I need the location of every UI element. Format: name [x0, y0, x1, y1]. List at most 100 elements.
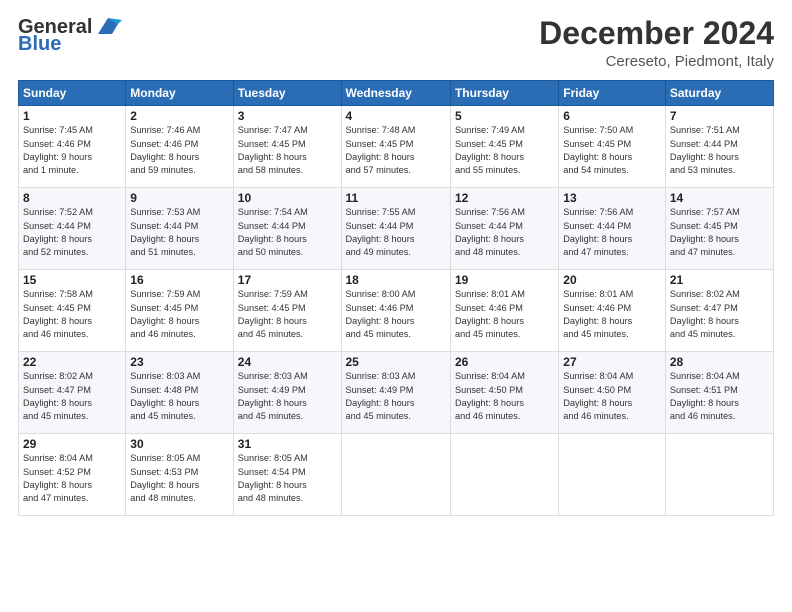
day-info: Sunrise: 7:48 AMSunset: 4:45 PMDaylight:…	[346, 124, 446, 177]
calendar-day-5: 5Sunrise: 7:49 AMSunset: 4:45 PMDaylight…	[450, 106, 558, 188]
calendar-day-3: 3Sunrise: 7:47 AMSunset: 4:45 PMDaylight…	[233, 106, 341, 188]
day-number: 3	[238, 109, 337, 123]
calendar-day-29: 29Sunrise: 8:04 AMSunset: 4:52 PMDayligh…	[19, 434, 126, 516]
day-info: Sunrise: 8:05 AMSunset: 4:53 PMDaylight:…	[130, 452, 228, 505]
calendar-day-12: 12Sunrise: 7:56 AMSunset: 4:44 PMDayligh…	[450, 188, 558, 270]
calendar-day-30: 30Sunrise: 8:05 AMSunset: 4:53 PMDayligh…	[126, 434, 233, 516]
calendar-day-26: 26Sunrise: 8:04 AMSunset: 4:50 PMDayligh…	[450, 352, 558, 434]
calendar-day-31: 31Sunrise: 8:05 AMSunset: 4:54 PMDayligh…	[233, 434, 341, 516]
day-info: Sunrise: 7:54 AMSunset: 4:44 PMDaylight:…	[238, 206, 337, 259]
calendar-day-28: 28Sunrise: 8:04 AMSunset: 4:51 PMDayligh…	[665, 352, 773, 434]
calendar-week-3: 15Sunrise: 7:58 AMSunset: 4:45 PMDayligh…	[19, 270, 774, 352]
day-info: Sunrise: 7:53 AMSunset: 4:44 PMDaylight:…	[130, 206, 228, 259]
header: General Blue December 2024 Cereseto, Pie…	[18, 16, 774, 70]
calendar-day-14: 14Sunrise: 7:57 AMSunset: 4:45 PMDayligh…	[665, 188, 773, 270]
day-info: Sunrise: 8:01 AMSunset: 4:46 PMDaylight:…	[455, 288, 554, 341]
calendar-day-1: 1Sunrise: 7:45 AMSunset: 4:46 PMDaylight…	[19, 106, 126, 188]
day-info: Sunrise: 7:56 AMSunset: 4:44 PMDaylight:…	[455, 206, 554, 259]
month-title: December 2024	[539, 16, 774, 51]
day-info: Sunrise: 7:59 AMSunset: 4:45 PMDaylight:…	[130, 288, 228, 341]
title-section: December 2024 Cereseto, Piedmont, Italy	[539, 16, 774, 70]
empty-cell	[665, 434, 773, 516]
day-number: 27	[563, 355, 661, 369]
calendar-day-17: 17Sunrise: 7:59 AMSunset: 4:45 PMDayligh…	[233, 270, 341, 352]
page: General Blue December 2024 Cereseto, Pie…	[0, 0, 792, 612]
calendar-day-9: 9Sunrise: 7:53 AMSunset: 4:44 PMDaylight…	[126, 188, 233, 270]
day-header-wednesday: Wednesday	[341, 81, 450, 106]
day-info: Sunrise: 7:51 AMSunset: 4:44 PMDaylight:…	[670, 124, 769, 177]
logo-blue: Blue	[18, 34, 61, 54]
day-number: 15	[23, 273, 121, 287]
empty-cell	[341, 434, 450, 516]
day-number: 14	[670, 191, 769, 205]
calendar-day-8: 8Sunrise: 7:52 AMSunset: 4:44 PMDaylight…	[19, 188, 126, 270]
day-number: 5	[455, 109, 554, 123]
day-info: Sunrise: 7:56 AMSunset: 4:44 PMDaylight:…	[563, 206, 661, 259]
day-header-saturday: Saturday	[665, 81, 773, 106]
day-number: 12	[455, 191, 554, 205]
day-info: Sunrise: 8:04 AMSunset: 4:52 PMDaylight:…	[23, 452, 121, 505]
calendar-week-1: 1Sunrise: 7:45 AMSunset: 4:46 PMDaylight…	[19, 106, 774, 188]
day-number: 25	[346, 355, 446, 369]
day-info: Sunrise: 8:03 AMSunset: 4:48 PMDaylight:…	[130, 370, 228, 423]
day-header-monday: Monday	[126, 81, 233, 106]
calendar-day-6: 6Sunrise: 7:50 AMSunset: 4:45 PMDaylight…	[559, 106, 666, 188]
calendar-week-2: 8Sunrise: 7:52 AMSunset: 4:44 PMDaylight…	[19, 188, 774, 270]
day-info: Sunrise: 8:05 AMSunset: 4:54 PMDaylight:…	[238, 452, 337, 505]
calendar-day-21: 21Sunrise: 8:02 AMSunset: 4:47 PMDayligh…	[665, 270, 773, 352]
calendar-day-13: 13Sunrise: 7:56 AMSunset: 4:44 PMDayligh…	[559, 188, 666, 270]
day-number: 8	[23, 191, 121, 205]
calendar-day-24: 24Sunrise: 8:03 AMSunset: 4:49 PMDayligh…	[233, 352, 341, 434]
day-number: 16	[130, 273, 228, 287]
day-info: Sunrise: 8:02 AMSunset: 4:47 PMDaylight:…	[670, 288, 769, 341]
location: Cereseto, Piedmont, Italy	[539, 53, 774, 70]
calendar-day-10: 10Sunrise: 7:54 AMSunset: 4:44 PMDayligh…	[233, 188, 341, 270]
day-number: 1	[23, 109, 121, 123]
day-info: Sunrise: 7:57 AMSunset: 4:45 PMDaylight:…	[670, 206, 769, 259]
calendar-day-19: 19Sunrise: 8:01 AMSunset: 4:46 PMDayligh…	[450, 270, 558, 352]
calendar-week-4: 22Sunrise: 8:02 AMSunset: 4:47 PMDayligh…	[19, 352, 774, 434]
calendar-day-11: 11Sunrise: 7:55 AMSunset: 4:44 PMDayligh…	[341, 188, 450, 270]
calendar-day-23: 23Sunrise: 8:03 AMSunset: 4:48 PMDayligh…	[126, 352, 233, 434]
day-number: 29	[23, 437, 121, 451]
day-number: 13	[563, 191, 661, 205]
calendar-table: SundayMondayTuesdayWednesdayThursdayFrid…	[18, 80, 774, 516]
day-header-tuesday: Tuesday	[233, 81, 341, 106]
day-header-friday: Friday	[559, 81, 666, 106]
logo-icon	[94, 16, 122, 38]
calendar-day-22: 22Sunrise: 8:02 AMSunset: 4:47 PMDayligh…	[19, 352, 126, 434]
empty-cell	[450, 434, 558, 516]
day-info: Sunrise: 8:02 AMSunset: 4:47 PMDaylight:…	[23, 370, 121, 423]
calendar-day-20: 20Sunrise: 8:01 AMSunset: 4:46 PMDayligh…	[559, 270, 666, 352]
day-info: Sunrise: 8:04 AMSunset: 4:50 PMDaylight:…	[455, 370, 554, 423]
day-number: 4	[346, 109, 446, 123]
day-info: Sunrise: 8:01 AMSunset: 4:46 PMDaylight:…	[563, 288, 661, 341]
day-info: Sunrise: 7:47 AMSunset: 4:45 PMDaylight:…	[238, 124, 337, 177]
day-info: Sunrise: 8:04 AMSunset: 4:50 PMDaylight:…	[563, 370, 661, 423]
day-number: 20	[563, 273, 661, 287]
calendar-day-25: 25Sunrise: 8:03 AMSunset: 4:49 PMDayligh…	[341, 352, 450, 434]
day-info: Sunrise: 7:55 AMSunset: 4:44 PMDaylight:…	[346, 206, 446, 259]
day-info: Sunrise: 7:49 AMSunset: 4:45 PMDaylight:…	[455, 124, 554, 177]
calendar-day-15: 15Sunrise: 7:58 AMSunset: 4:45 PMDayligh…	[19, 270, 126, 352]
calendar-day-18: 18Sunrise: 8:00 AMSunset: 4:46 PMDayligh…	[341, 270, 450, 352]
day-header-thursday: Thursday	[450, 81, 558, 106]
day-number: 9	[130, 191, 228, 205]
day-info: Sunrise: 7:50 AMSunset: 4:45 PMDaylight:…	[563, 124, 661, 177]
day-number: 6	[563, 109, 661, 123]
day-number: 19	[455, 273, 554, 287]
logo: General Blue	[18, 16, 122, 54]
day-number: 17	[238, 273, 337, 287]
day-number: 11	[346, 191, 446, 205]
day-number: 22	[23, 355, 121, 369]
day-number: 30	[130, 437, 228, 451]
day-header-sunday: Sunday	[19, 81, 126, 106]
day-info: Sunrise: 8:03 AMSunset: 4:49 PMDaylight:…	[238, 370, 337, 423]
day-info: Sunrise: 7:59 AMSunset: 4:45 PMDaylight:…	[238, 288, 337, 341]
day-info: Sunrise: 7:58 AMSunset: 4:45 PMDaylight:…	[23, 288, 121, 341]
day-number: 31	[238, 437, 337, 451]
day-info: Sunrise: 8:00 AMSunset: 4:46 PMDaylight:…	[346, 288, 446, 341]
day-info: Sunrise: 7:52 AMSunset: 4:44 PMDaylight:…	[23, 206, 121, 259]
day-number: 28	[670, 355, 769, 369]
calendar-day-2: 2Sunrise: 7:46 AMSunset: 4:46 PMDaylight…	[126, 106, 233, 188]
